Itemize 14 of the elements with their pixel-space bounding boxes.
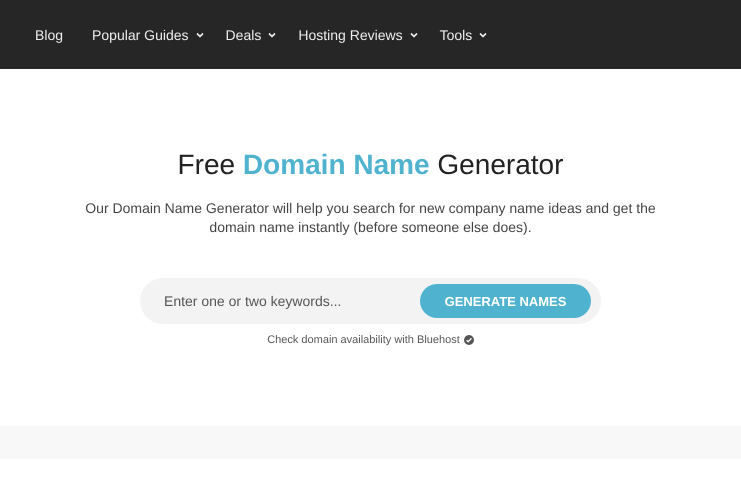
caret-icon [479,32,488,38]
nav-link[interactable]: Tools [440,26,488,42]
page-title: Free Domain Name Generator [178,148,564,182]
nav-link[interactable]: Hosting Reviews [298,26,418,42]
keyword-field[interactable]: Enter one or two keywords... [164,293,420,309]
caret-icon [410,32,418,38]
description: Our Domain Name Generator will help you search for new company name ideas and get the domain name instantly (before someone else does). [84,199,657,237]
nav-link[interactable]: Blog [35,26,64,42]
caret-icon [196,32,204,38]
availability-note: Check domain availability with Bluehost [267,334,460,346]
check-icon [464,335,474,345]
nav-link[interactable]: Deals [226,26,276,42]
nav-link[interactable]: Popular Guides [92,26,204,42]
caret-icon [268,32,276,38]
